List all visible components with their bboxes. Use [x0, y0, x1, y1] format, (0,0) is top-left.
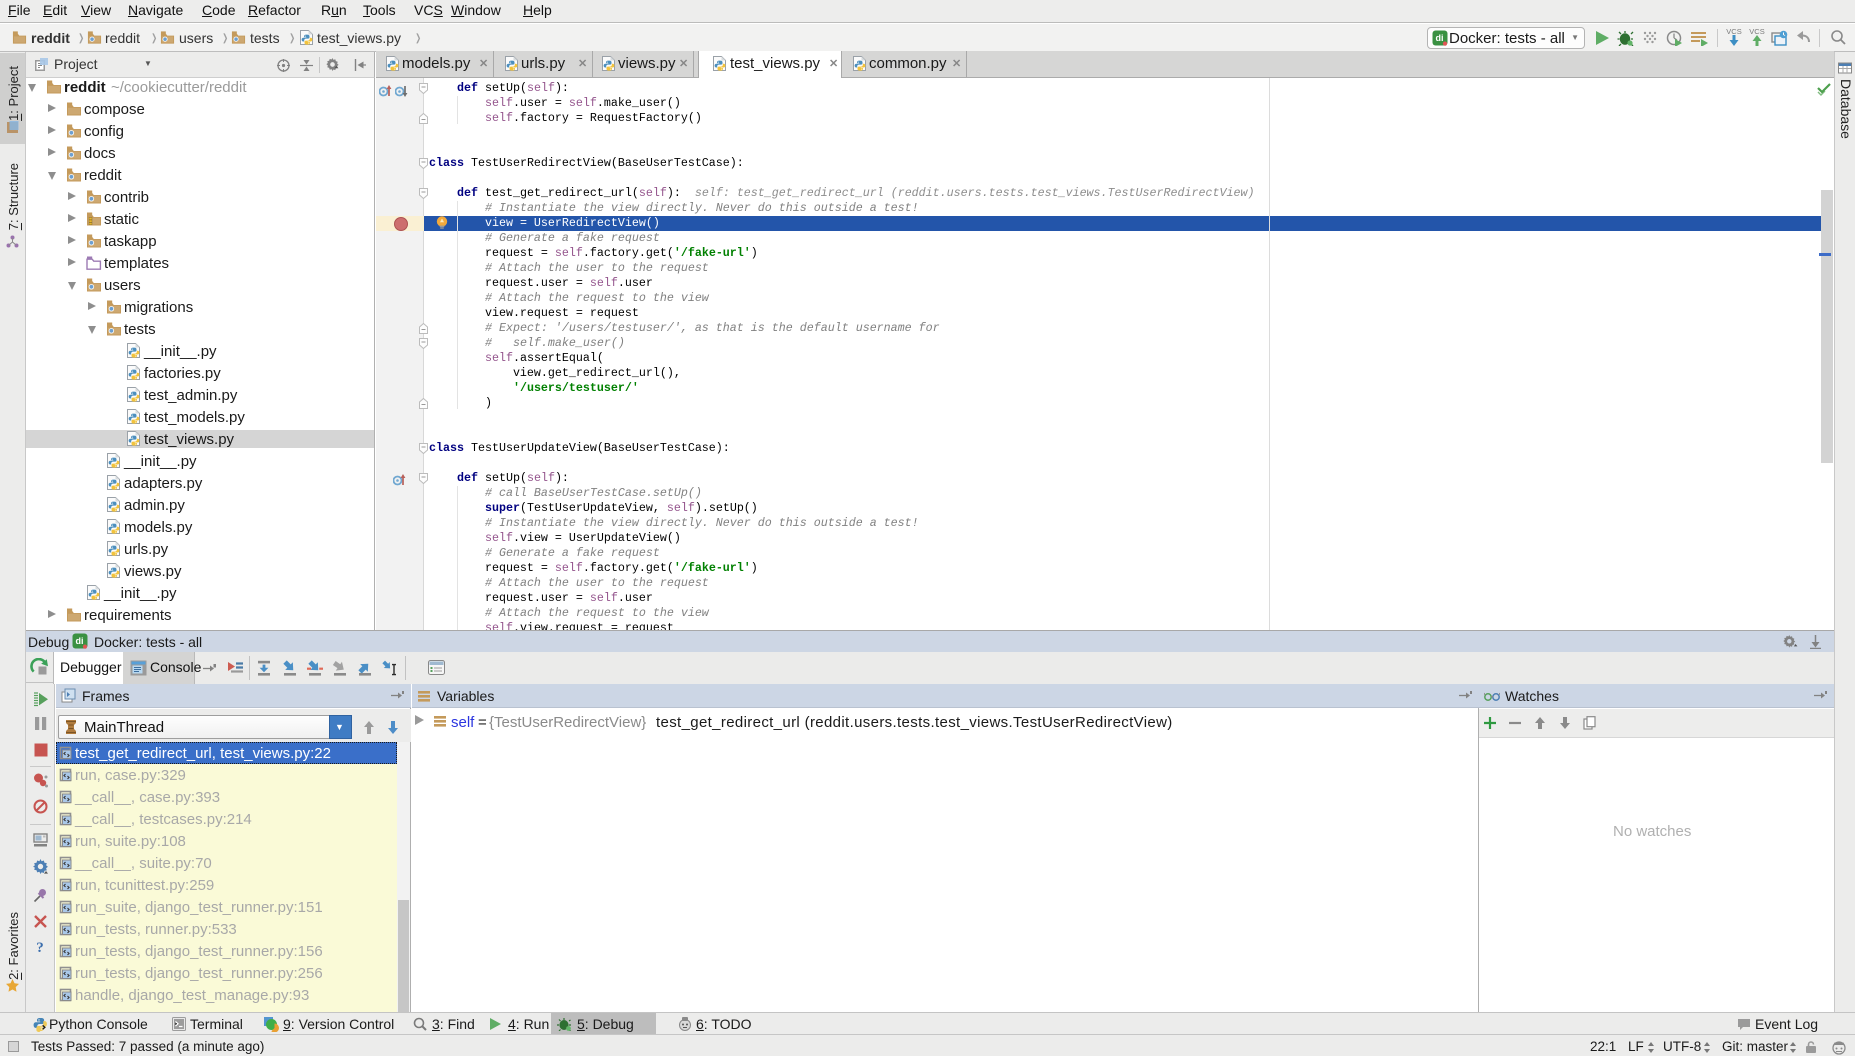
svg-text:VCS: VCS [1726, 27, 1741, 36]
svg-text:VCS: VCS [1749, 27, 1764, 36]
svg-text:di: di [76, 636, 84, 646]
svg-text:di: di [1436, 33, 1444, 43]
svg-text:?: ? [36, 940, 44, 955]
